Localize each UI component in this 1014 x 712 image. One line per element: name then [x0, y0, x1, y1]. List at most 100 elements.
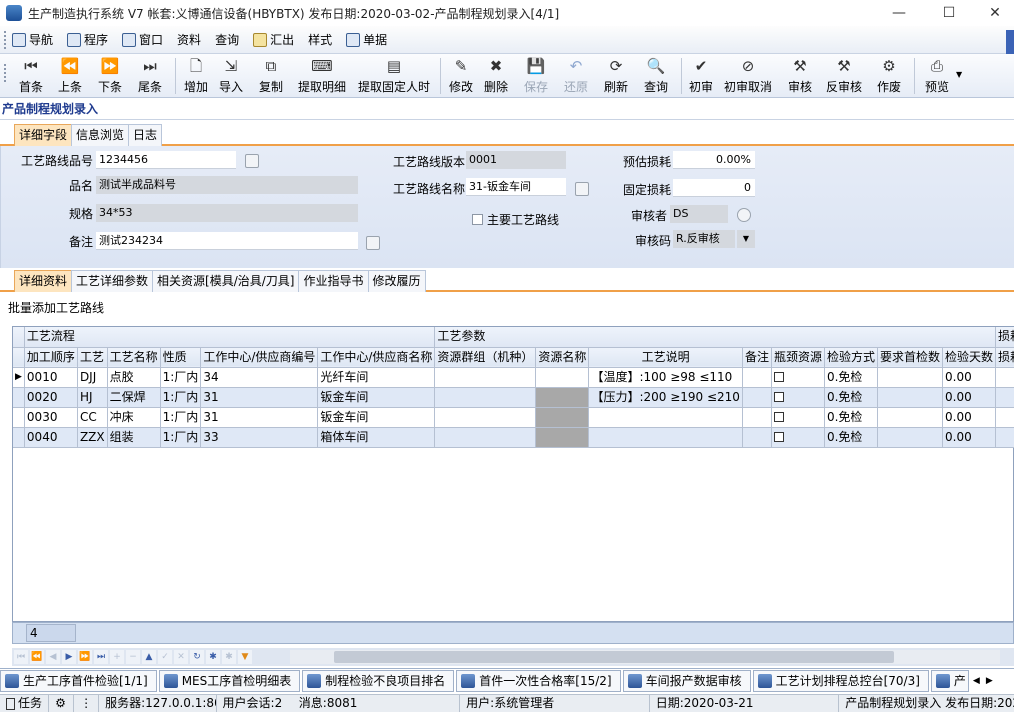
next-record-button[interactable]: ⏩ 下条 [90, 54, 130, 96]
col-seq[interactable]: 加工顺序 [24, 347, 78, 368]
col-code[interactable]: 工艺 [77, 347, 108, 368]
col-res-group[interactable]: 资源群组（机种） [434, 347, 537, 368]
nav-prev-page-icon[interactable]: ⏪ [30, 650, 44, 664]
tab-detail-data[interactable]: 详细资料 [14, 270, 73, 292]
preview-button[interactable]: ⎙ 预览 [920, 54, 954, 96]
tab-detail-fields[interactable]: 详细字段 [14, 124, 73, 146]
route-version-field[interactable]: 0001 [466, 151, 566, 169]
side-panel-strip[interactable] [1006, 30, 1014, 56]
bottom-tab-pass-rate[interactable]: 首件一次性合格率[15/2] [456, 669, 621, 692]
cube-lookup-icon[interactable] [245, 154, 259, 168]
user-icon[interactable] [737, 208, 751, 222]
nav-filter-icon[interactable]: ▼ [238, 650, 252, 664]
first-review-cancel-button[interactable]: ⊘ 初审取消 [715, 54, 781, 96]
est-loss-field[interactable]: 0.00% [673, 151, 755, 169]
horizontal-scroll-thumb[interactable] [334, 651, 894, 663]
table-row[interactable]: 0020 HJ 二保焊 1:厂内 31 钣金车间 【压力】:200 ≥190 ≤… [13, 387, 1014, 408]
col-remark[interactable]: 备注 [742, 347, 772, 368]
table-row[interactable]: 0040 ZZX 组装 1:厂内 33 箱体车间 0.免检 0.00 [13, 427, 1014, 448]
spec-field[interactable]: 34*53 [96, 204, 358, 222]
bottleneck-checkbox[interactable] [773, 412, 784, 422]
table-row[interactable]: ▶ 0010 DJJ 点胶 1:厂内 34 光纤车间 【温度】:100 ≥98 … [13, 367, 1014, 388]
bottleneck-checkbox[interactable] [773, 372, 784, 382]
nav-refresh-icon[interactable]: ↻ [190, 650, 204, 664]
tab-process-params[interactable]: 工艺详细参数 [71, 270, 154, 292]
fixed-loss-field[interactable]: 0 [673, 179, 755, 197]
last-record-button[interactable]: ⏭ 尾条 [130, 54, 170, 96]
add-button[interactable]: 🗋 增加 [181, 54, 211, 96]
nav-next-icon[interactable]: ▶ [62, 650, 76, 664]
prev-record-button[interactable]: ⏪ 上条 [50, 54, 90, 96]
nav-delete-icon[interactable]: − [126, 650, 140, 664]
review-button[interactable]: ⚒ 审核 [781, 54, 819, 96]
menu-program[interactable]: 程序 [67, 31, 108, 48]
nav-cancel-icon[interactable]: ✕ [174, 650, 188, 664]
import-button[interactable]: ⇲ 导入 [211, 54, 251, 96]
menu-query[interactable]: 查询 [215, 31, 239, 48]
bottom-tab-first-article[interactable]: 生产工序首件检验[1/1] [0, 669, 157, 692]
col-insp-days[interactable]: 检验天数 [942, 347, 997, 368]
menu-window[interactable]: 窗口 [122, 31, 163, 48]
main-route-checkbox[interactable] [472, 214, 483, 225]
route-name-field[interactable]: 31-钣金车间 [466, 178, 566, 196]
delete-button[interactable]: ✖ 删除 [476, 54, 516, 96]
col-name[interactable]: 工艺名称 [107, 347, 161, 368]
refresh-button[interactable]: ⟳ 刷新 [596, 54, 636, 96]
maximize-button[interactable]: ☐ [926, 0, 972, 26]
col-bottleneck[interactable]: 瓶颈资源 [771, 347, 825, 368]
table-row[interactable]: 0030 CC 冲床 1:厂内 31 钣金车间 0.免检 0.00 [13, 407, 1014, 428]
item-name-field[interactable]: 测试半成品料号 [96, 176, 358, 194]
settings-icon[interactable]: ⚙ [49, 694, 75, 712]
nav-add-icon[interactable]: + [110, 650, 124, 664]
review-code-dropdown-icon[interactable]: ▼ [737, 230, 755, 248]
grip-icon[interactable]: ⋮ [74, 694, 100, 712]
col-loss[interactable]: 损耗 [995, 347, 1014, 368]
restore-button[interactable]: ↶ 还原 [556, 54, 596, 96]
col-wc-no[interactable]: 工作中心/供应商编号 [200, 347, 319, 368]
tab-work-instruction[interactable]: 作业指导书 [298, 270, 369, 292]
bottom-tab-defect-ranking[interactable]: 制程检验不良项目排名 [302, 669, 455, 692]
bottom-tab-mes-first-inspect[interactable]: MES工序首检明细表 [158, 669, 301, 692]
copy-button[interactable]: ⧉ 复制 [251, 54, 291, 96]
bottom-tab-schedule-console[interactable]: 工艺计划排程总控台[70/3] [752, 669, 929, 692]
menu-data[interactable]: 资料 [177, 31, 201, 48]
remark-edit-icon[interactable] [366, 236, 380, 250]
nav-up-icon[interactable]: ▲ [142, 650, 156, 664]
route-name-edit-icon[interactable] [575, 182, 589, 196]
nav-asterisk-icon[interactable]: ✱ [206, 650, 220, 664]
col-first-insp[interactable]: 要求首检数 [877, 347, 944, 368]
tab-log[interactable]: 日志 [128, 124, 163, 146]
nav-check-icon[interactable]: ✓ [158, 650, 172, 664]
remark-field[interactable]: 测试234234 [96, 232, 358, 250]
nav-prev-icon[interactable]: ◀ [46, 650, 60, 664]
fetch-fixed-hours-button[interactable]: ▤ 提取固定人时 [353, 54, 435, 96]
minimize-button[interactable]: — [876, 0, 922, 26]
tab-scroll-left-icon[interactable]: ◀ [973, 676, 980, 686]
first-record-button[interactable]: ⏮ 首条 [12, 54, 50, 96]
menu-export[interactable]: 汇出 [253, 31, 294, 48]
tab-info-browse[interactable]: 信息浏览 [71, 124, 130, 146]
toolbar-grip-handle[interactable] [4, 64, 8, 82]
menu-document[interactable]: 单据 [346, 31, 387, 48]
fetch-detail-button[interactable]: ⌨ 提取明细 [291, 54, 353, 96]
nav-next-page-icon[interactable]: ⏩ [78, 650, 92, 664]
void-button[interactable]: ⚙ 作废 [869, 54, 909, 96]
bottleneck-checkbox[interactable] [773, 392, 784, 402]
task-button[interactable]: 任务 [0, 694, 50, 712]
close-button[interactable]: ✕ [972, 0, 1014, 26]
route-item-no-field[interactable]: 1234456 [96, 151, 236, 169]
bottom-tab-truncated[interactable]: 产 [930, 669, 969, 692]
menu-style[interactable]: 样式 [308, 31, 332, 48]
col-nature[interactable]: 性质 [160, 347, 202, 368]
tab-change-history[interactable]: 修改履历 [367, 270, 426, 292]
col-insp-method[interactable]: 检验方式 [824, 347, 878, 368]
bottom-tab-report-review[interactable]: 车间报产数据审核 [622, 669, 751, 692]
bottleneck-checkbox[interactable] [773, 432, 784, 442]
nav-asterisk-alt-icon[interactable]: ✱ [222, 650, 236, 664]
tab-scroll-right-icon[interactable]: ▶ [986, 676, 993, 686]
modify-button[interactable]: ✎ 修改 [446, 54, 476, 96]
col-wc-name[interactable]: 工作中心/供应商名称 [317, 347, 436, 368]
batch-add-route-link[interactable]: 批量添加工艺路线 [8, 299, 104, 316]
first-review-button[interactable]: ✔ 初审 [687, 54, 715, 96]
menu-navigation[interactable]: 导航 [12, 31, 53, 48]
